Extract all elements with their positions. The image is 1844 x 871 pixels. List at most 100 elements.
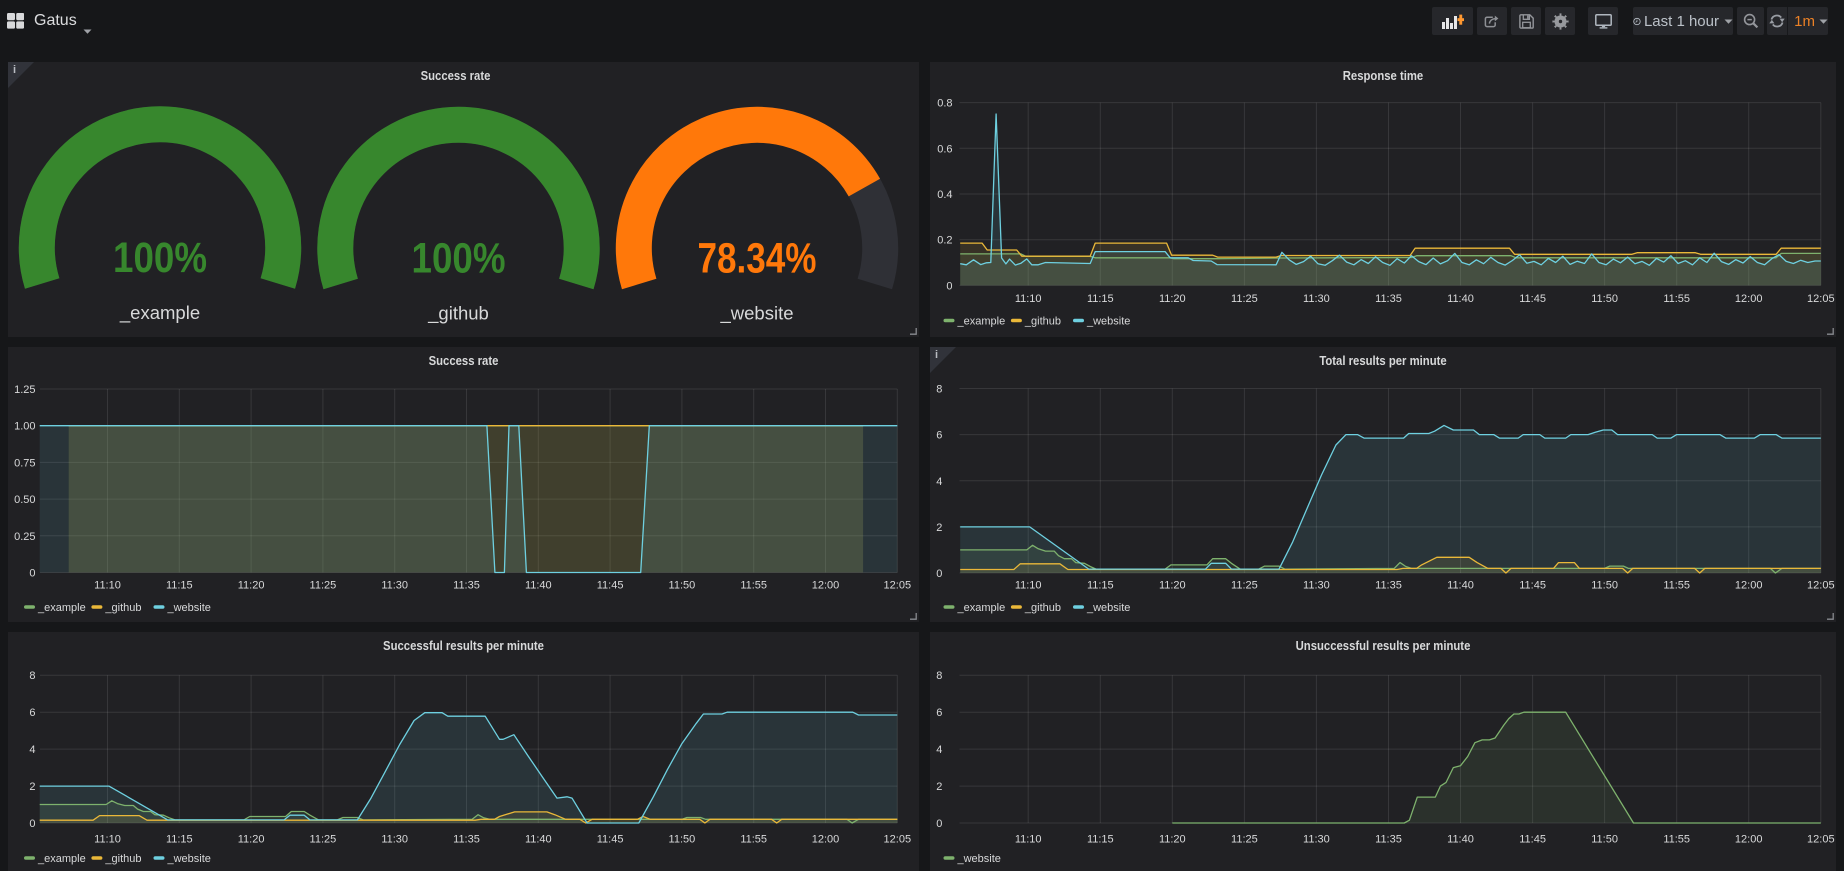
svg-text:2: 2 (936, 522, 942, 534)
svg-text:11:15: 11:15 (1087, 580, 1114, 592)
svg-text:11:35: 11:35 (1375, 293, 1402, 305)
svg-text:11:30: 11:30 (381, 834, 408, 846)
svg-text:_example: _example (37, 602, 86, 614)
svg-text:0.75: 0.75 (14, 457, 35, 469)
svg-text:11:55: 11:55 (1663, 293, 1690, 305)
svg-text:11:50: 11:50 (1591, 834, 1618, 846)
svg-text:0: 0 (946, 280, 952, 292)
svg-text:11:25: 11:25 (1231, 834, 1258, 846)
svg-text:_github: _github (1024, 602, 1061, 614)
svg-text:11:10: 11:10 (1015, 580, 1042, 592)
svg-text:11:35: 11:35 (453, 834, 480, 846)
svg-text:11:40: 11:40 (1447, 580, 1474, 592)
svg-text:11:45: 11:45 (1519, 293, 1546, 305)
svg-text:11:20: 11:20 (238, 834, 265, 846)
svg-text:1.25: 1.25 (14, 384, 35, 396)
svg-text:11:30: 11:30 (1303, 834, 1330, 846)
svg-text:100%: 100% (113, 234, 207, 282)
svg-text:11:45: 11:45 (1519, 580, 1546, 592)
svg-text:11:35: 11:35 (453, 580, 480, 592)
svg-text:_example: _example (119, 302, 200, 324)
svg-text:11:50: 11:50 (669, 580, 696, 592)
svg-text:11:30: 11:30 (1303, 293, 1330, 305)
svg-text:_website: _website (719, 303, 793, 325)
svg-text:11:20: 11:20 (1159, 580, 1186, 592)
svg-text:_github: _github (104, 602, 141, 614)
svg-text:11:10: 11:10 (1015, 293, 1042, 305)
svg-text:11:10: 11:10 (1015, 834, 1042, 846)
svg-text:11:25: 11:25 (310, 834, 337, 846)
svg-text:_website: _website (167, 853, 211, 865)
svg-text:11:20: 11:20 (1159, 834, 1186, 846)
svg-text:78.34%: 78.34% (698, 234, 817, 282)
svg-text:11:55: 11:55 (1663, 580, 1690, 592)
svg-text:_example: _example (957, 602, 1006, 614)
svg-text:11:45: 11:45 (597, 580, 624, 592)
svg-text:_website: _website (1086, 316, 1130, 328)
svg-text:11:15: 11:15 (1087, 834, 1114, 846)
svg-text:2: 2 (29, 781, 35, 793)
svg-text:1.00: 1.00 (14, 421, 35, 433)
svg-text:6: 6 (936, 707, 942, 719)
svg-text:11:20: 11:20 (238, 580, 265, 592)
svg-text:11:55: 11:55 (740, 834, 767, 846)
svg-text:0: 0 (29, 568, 35, 580)
svg-text:_github: _github (427, 303, 489, 325)
svg-text:11:50: 11:50 (1591, 580, 1618, 592)
svg-text:4: 4 (29, 744, 35, 756)
svg-text:12:05: 12:05 (1807, 293, 1835, 305)
svg-text:0.6: 0.6 (937, 143, 952, 155)
svg-text:11:25: 11:25 (1231, 580, 1258, 592)
svg-text:12:05: 12:05 (1807, 580, 1835, 592)
svg-text:4: 4 (936, 744, 942, 756)
svg-text:_website: _website (957, 853, 1001, 865)
svg-text:11:30: 11:30 (381, 580, 408, 592)
svg-text:11:35: 11:35 (1375, 834, 1402, 846)
svg-text:0: 0 (29, 818, 35, 830)
svg-text:0.4: 0.4 (937, 189, 952, 201)
svg-text:11:40: 11:40 (1447, 293, 1474, 305)
svg-text:12:00: 12:00 (1735, 834, 1763, 846)
svg-text:11:45: 11:45 (597, 834, 624, 846)
svg-text:_website: _website (167, 602, 211, 614)
svg-text:12:05: 12:05 (1807, 834, 1835, 846)
svg-text:11:20: 11:20 (1159, 293, 1186, 305)
svg-text:8: 8 (936, 384, 942, 396)
svg-text:11:15: 11:15 (166, 580, 193, 592)
svg-text:6: 6 (936, 430, 942, 442)
svg-text:11:45: 11:45 (1519, 834, 1546, 846)
svg-text:11:55: 11:55 (1663, 834, 1690, 846)
svg-text:11:10: 11:10 (94, 834, 121, 846)
svg-text:_example: _example (37, 853, 86, 865)
svg-text:12:05: 12:05 (884, 834, 912, 846)
svg-text:6: 6 (29, 707, 35, 719)
svg-text:_example: _example (957, 316, 1006, 328)
svg-text:2: 2 (936, 781, 942, 793)
svg-text:12:05: 12:05 (884, 580, 912, 592)
svg-text:0.2: 0.2 (937, 235, 952, 247)
svg-text:11:10: 11:10 (94, 580, 121, 592)
svg-text:11:55: 11:55 (740, 580, 767, 592)
svg-text:0.8: 0.8 (937, 98, 952, 110)
svg-text:0.50: 0.50 (14, 494, 35, 506)
svg-text:8: 8 (936, 670, 942, 682)
svg-text:11:30: 11:30 (1303, 580, 1330, 592)
svg-text:12:00: 12:00 (812, 580, 840, 592)
svg-text:0.25: 0.25 (14, 531, 35, 543)
svg-text:8: 8 (29, 670, 35, 682)
svg-text:0: 0 (936, 818, 942, 830)
svg-text:12:00: 12:00 (1735, 580, 1763, 592)
svg-text:11:25: 11:25 (310, 580, 337, 592)
svg-text:_website: _website (1086, 602, 1130, 614)
svg-text:11:35: 11:35 (1375, 580, 1402, 592)
svg-text:0: 0 (936, 568, 942, 580)
svg-text:_github: _github (104, 853, 141, 865)
svg-text:100%: 100% (412, 234, 506, 282)
svg-text:11:50: 11:50 (1591, 293, 1618, 305)
svg-text:4: 4 (936, 476, 942, 488)
svg-text:_github: _github (1024, 316, 1061, 328)
svg-text:11:50: 11:50 (669, 834, 696, 846)
svg-text:11:15: 11:15 (1087, 293, 1114, 305)
svg-text:12:00: 12:00 (812, 834, 840, 846)
svg-text:11:40: 11:40 (525, 580, 552, 592)
